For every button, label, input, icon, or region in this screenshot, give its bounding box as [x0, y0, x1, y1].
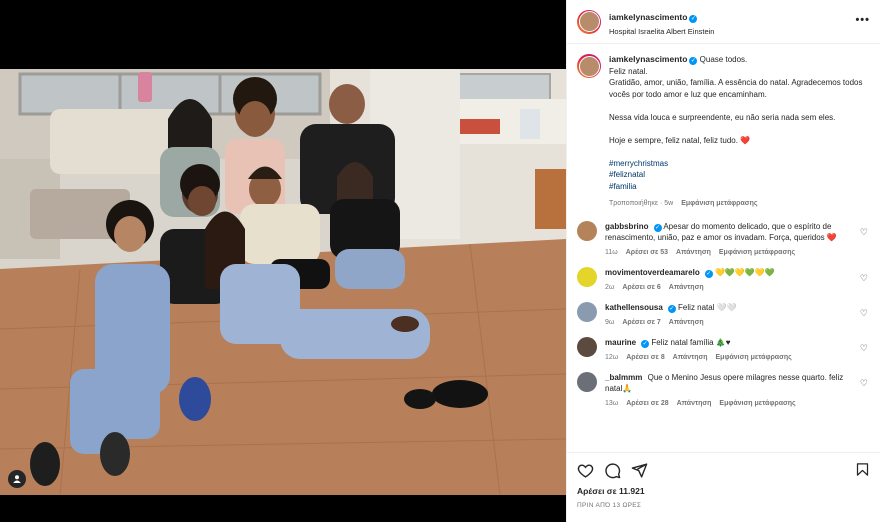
- reply-button[interactable]: Απάντηση: [677, 400, 712, 407]
- commenter-username[interactable]: gabbsbrino: [605, 222, 649, 231]
- commenter-username[interactable]: _balmmm: [605, 373, 642, 382]
- post-location[interactable]: Hospital Israelita Albert Einstein: [609, 27, 714, 36]
- comment-age[interactable]: 12ω: [605, 354, 618, 361]
- comment-likes[interactable]: Αρέσει σε 28: [626, 400, 668, 407]
- verified-icon: ✓: [704, 269, 713, 278]
- comment-like-icon[interactable]: ♡: [860, 343, 868, 354]
- commenter-avatar[interactable]: [577, 336, 597, 357]
- caption: iamkelynascimento ✓ Quase todos. Feliz na…: [577, 54, 870, 210]
- caption-avatar[interactable]: [577, 54, 601, 78]
- commenter-username[interactable]: kathellensousa: [605, 303, 663, 312]
- post-photo[interactable]: [0, 69, 566, 495]
- comment-age[interactable]: 13ω: [605, 400, 618, 407]
- comments-scroll-area[interactable]: iamkelynascimento ✓ Quase todos. Feliz na…: [567, 44, 880, 452]
- comment-like-icon[interactable]: ♡: [860, 308, 868, 319]
- verified-icon: ✓: [689, 15, 698, 23]
- post-media: [0, 0, 566, 522]
- commenter-avatar[interactable]: [577, 371, 597, 392]
- commenter-avatar[interactable]: [577, 301, 597, 322]
- comment: kathellensousa ✓ Feliz natal 🤍🤍 9ω Αρέσει…: [577, 301, 870, 326]
- translate-link[interactable]: Εμφάνιση μετάφρασης: [719, 249, 795, 256]
- comment: _balmmm Que o Menino Jesus opere milagre…: [577, 371, 870, 407]
- comment-text: Feliz natal 🤍🤍: [678, 302, 737, 312]
- comment-text: 💛💚💛💚💛💚: [714, 267, 775, 277]
- comment-age[interactable]: 11ω: [605, 249, 618, 256]
- translate-link[interactable]: Εμφάνιση μετάφρασης: [719, 400, 795, 407]
- comment-age[interactable]: 9ω: [605, 319, 614, 326]
- author-avatar[interactable]: [577, 9, 601, 34]
- comment: maurine ✓ Feliz natal família 🎄♥ 12ω Αρέσ…: [577, 336, 870, 361]
- translate-link[interactable]: Εμφάνιση μετάφρασης: [716, 354, 792, 361]
- like-heart-icon[interactable]: [577, 462, 594, 479]
- comment-like-icon[interactable]: ♡: [860, 273, 868, 284]
- caption-lead: Quase todos.: [699, 55, 748, 64]
- comment-like-icon[interactable]: ♡: [860, 227, 868, 238]
- save-bookmark-icon[interactable]: [855, 461, 870, 478]
- user-icon: [13, 475, 21, 483]
- reply-button[interactable]: Απάντηση: [669, 319, 704, 326]
- comment-likes[interactable]: Αρέσει σε 53: [626, 249, 668, 256]
- comment-bubble-icon[interactable]: [604, 462, 621, 479]
- reply-button[interactable]: Απάντηση: [673, 354, 708, 361]
- comment-like-icon[interactable]: ♡: [860, 378, 868, 389]
- commenter-avatar[interactable]: [577, 266, 597, 287]
- likes-count[interactable]: Αρέσει σε 11.921: [577, 486, 870, 496]
- caption-edited: Τροποποιήθηκε · 5w: [609, 200, 674, 207]
- more-options-icon[interactable]: •••: [855, 14, 870, 26]
- comment-text: Feliz natal família 🎄♥: [651, 337, 731, 347]
- commenter-avatar[interactable]: [577, 220, 597, 241]
- author-username[interactable]: iamkelynascimento: [609, 12, 687, 22]
- post-actions: Αρέσει σε 11.921 ΠΡΙΝ ΑΠΌ 13 ΩΡΕΣ: [567, 452, 880, 522]
- hashtag-link[interactable]: #familia: [609, 181, 870, 193]
- caption-line: Gratidão, amor, união, família. A essênc…: [609, 78, 863, 99]
- post-details-panel: iamkelynascimento ✓ Hospital Israelita Al…: [566, 0, 880, 522]
- caption-line: Nessa vida louca e surpreendente, eu não…: [609, 112, 836, 122]
- caption-translate-link[interactable]: Εμφάνιση μετάφρασης: [681, 200, 757, 207]
- share-paper-plane-icon[interactable]: [631, 462, 648, 479]
- caption-line: Hoje e sempre, feliz natal, feliz tudo. …: [609, 135, 751, 145]
- caption-body: iamkelynascimento ✓ Quase todos. Feliz na…: [609, 54, 870, 210]
- comment-age[interactable]: 2ω: [605, 284, 614, 291]
- hashtag-link[interactable]: #feliznatal: [609, 169, 870, 181]
- caption-meta: Τροποποιήθηκε · 5w Εμφάνιση μετάφρασης: [609, 198, 870, 210]
- post-timestamp[interactable]: ΠΡΙΝ ΑΠΌ 13 ΩΡΕΣ: [577, 502, 870, 509]
- comment-likes[interactable]: Αρέσει σε 6: [622, 284, 661, 291]
- comment: movimentoverdeamarelo ✓ 💛💚💛💚💛💚 2ω Αρέσει …: [577, 266, 870, 291]
- tagged-users-button[interactable]: [8, 470, 26, 488]
- comment-likes[interactable]: Αρέσει σε 7: [622, 319, 661, 326]
- author-info: iamkelynascimento ✓ Hospital Israelita Al…: [609, 7, 714, 36]
- comment-likes[interactable]: Αρέσει σε 8: [626, 354, 665, 361]
- verified-icon: ✓: [689, 57, 698, 65]
- caption-line: Feliz natal.: [609, 66, 648, 76]
- post-view: iamkelynascimento ✓ Hospital Israelita Al…: [0, 0, 880, 522]
- caption-username[interactable]: iamkelynascimento: [609, 54, 687, 64]
- verified-icon: ✓: [641, 339, 650, 348]
- hashtag-link[interactable]: #merrychristmas: [609, 158, 870, 170]
- family-photo-illustration: [0, 69, 566, 495]
- reply-button[interactable]: Απάντηση: [676, 249, 711, 256]
- verified-icon: ✓: [667, 304, 676, 313]
- comment: gabbsbrino ✓ Apesar do momento delicado, …: [577, 220, 870, 256]
- verified-icon: ✓: [653, 223, 662, 232]
- commenter-username[interactable]: maurine: [605, 338, 636, 347]
- post-header: iamkelynascimento ✓ Hospital Israelita Al…: [567, 0, 880, 44]
- commenter-username[interactable]: movimentoverdeamarelo: [605, 268, 700, 277]
- reply-button[interactable]: Απάντηση: [669, 284, 704, 291]
